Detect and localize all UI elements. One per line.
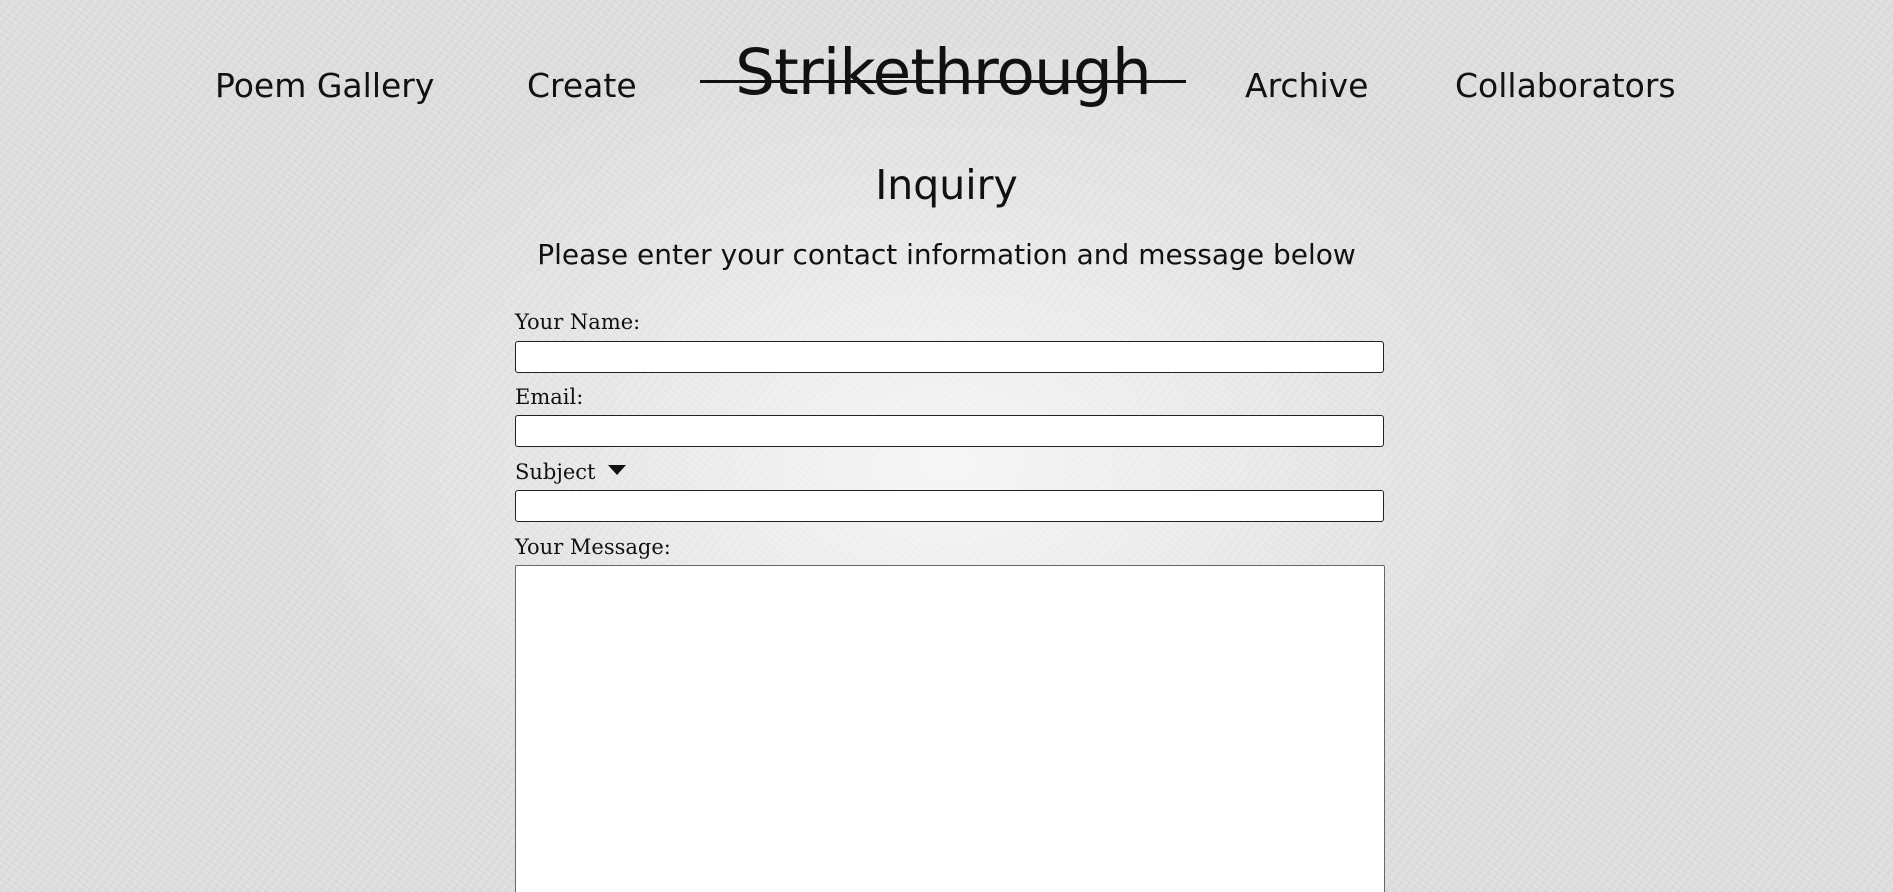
nav-link-create[interactable]: Create [527,66,637,106]
subject-label: Subject [515,460,596,484]
caret-down-icon [607,465,626,475]
email-label: Email: [515,385,584,409]
logo-text: Strikethrough [735,36,1152,109]
message-label: Your Message: [515,535,671,559]
page-subtitle: Please enter your contact information an… [537,238,1356,271]
subject-dropdown-toggle[interactable]: Subject [515,458,626,486]
page-title: Inquiry [875,161,1018,209]
subject-input[interactable] [515,490,1384,522]
name-label: Your Name: [515,310,641,334]
message-textarea[interactable] [515,565,1385,892]
logo-strike-line [700,80,1186,83]
nav-link-archive[interactable]: Archive [1245,66,1368,106]
nav-link-collaborators[interactable]: Collaborators [1455,66,1676,106]
nav-link-poem-gallery[interactable]: Poem Gallery [215,66,434,106]
name-input[interactable] [515,341,1384,373]
site-logo[interactable]: Strikethrough [700,38,1186,108]
email-input[interactable] [515,415,1384,447]
